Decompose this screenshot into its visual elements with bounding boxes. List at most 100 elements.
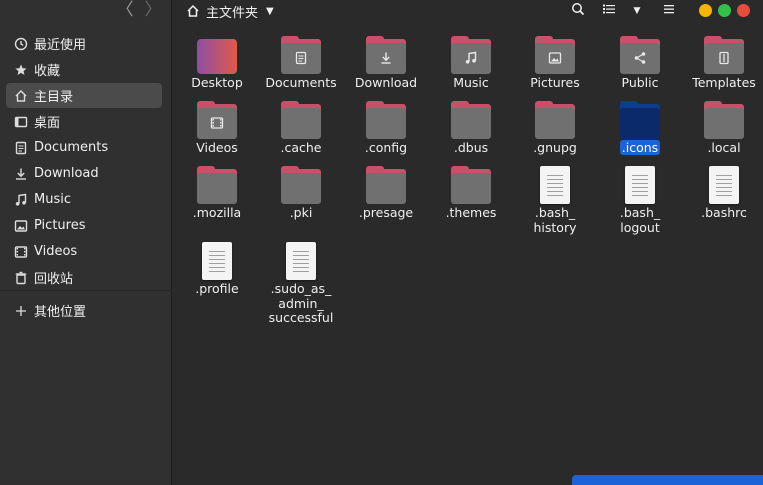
file-name: Desktop bbox=[191, 75, 243, 90]
file-name: .config bbox=[364, 140, 408, 155]
file-name: .bash_ logout bbox=[619, 205, 661, 235]
folder-item[interactable]: .themes bbox=[429, 166, 513, 246]
file-label: Videos bbox=[175, 140, 259, 156]
file-label: .profile bbox=[175, 281, 259, 297]
chevron-down-icon: ▼ bbox=[266, 5, 274, 17]
sidebar-item-label: 回收站 bbox=[34, 272, 74, 287]
file-label: .mozilla bbox=[175, 205, 259, 221]
forward-button[interactable]: 〉 bbox=[141, 0, 165, 20]
sidebar-item-video[interactable]: Videos bbox=[6, 239, 162, 264]
sidebar-item-music[interactable]: Music bbox=[6, 187, 162, 212]
folder-item[interactable]: .pki bbox=[259, 166, 343, 246]
folder-icon bbox=[535, 101, 575, 141]
file-name: .local bbox=[707, 140, 741, 155]
file-name: Pictures bbox=[530, 75, 580, 90]
file-label: .local bbox=[682, 140, 763, 156]
file-name: Documents bbox=[265, 75, 337, 90]
document-icon bbox=[14, 141, 28, 155]
sidebar-item-document[interactable]: Documents bbox=[6, 135, 162, 160]
sidebar-header: 〈 〉 bbox=[0, 0, 172, 22]
file-label: Documents bbox=[259, 75, 343, 91]
hamburger-icon bbox=[662, 2, 676, 20]
share-folder-icon bbox=[620, 36, 660, 76]
sidebar-item-label: 收藏 bbox=[34, 64, 61, 79]
sidebar-item-star[interactable]: 收藏 bbox=[6, 57, 162, 82]
file-name: Public bbox=[621, 75, 659, 90]
file-grid: Desktop Documents Download Music Pictures Pub… bbox=[172, 22, 763, 485]
document-folder-icon bbox=[281, 36, 321, 76]
file-name: .cache bbox=[280, 140, 322, 155]
sidebar-item-desktop[interactable]: 桌面 bbox=[6, 109, 162, 134]
view-list-button[interactable] bbox=[599, 1, 619, 21]
file-label: .icons bbox=[598, 140, 682, 156]
download-folder-icon bbox=[366, 36, 406, 76]
sidebar-item-trash[interactable]: 回收站 bbox=[6, 265, 162, 290]
sidebar-item-label: 桌面 bbox=[34, 116, 61, 131]
back-button[interactable]: 〈 bbox=[113, 0, 137, 20]
file-label: Templates bbox=[682, 75, 763, 91]
music-icon bbox=[14, 193, 28, 207]
file-item[interactable]: .sudo_as_ admin_ successful bbox=[259, 242, 343, 325]
folder-icon bbox=[451, 101, 491, 141]
list-view-icon bbox=[602, 2, 616, 20]
file-label: Music bbox=[429, 75, 513, 91]
template-folder-icon bbox=[704, 36, 744, 76]
file-item[interactable]: .bashrc bbox=[682, 166, 763, 246]
sidebar-item-download[interactable]: Download bbox=[6, 161, 162, 186]
file-name: Download bbox=[354, 75, 418, 90]
file-name: Videos bbox=[196, 140, 238, 155]
star-icon bbox=[14, 63, 28, 77]
sidebar-item-plus[interactable]: 其他位置 bbox=[6, 298, 162, 323]
folder-item[interactable]: .presage bbox=[344, 166, 428, 246]
file-item[interactable]: .bash_ history bbox=[513, 166, 597, 246]
file-item[interactable]: .profile bbox=[175, 242, 259, 322]
sidebar-item-clock[interactable]: 最近使用 bbox=[6, 31, 162, 56]
text-file-icon bbox=[620, 166, 660, 206]
download-icon bbox=[14, 167, 28, 181]
folder-icon bbox=[366, 101, 406, 141]
sidebar: 〈 〉 最近使用收藏主目录桌面 Documents Download Music Pic… bbox=[0, 0, 172, 485]
file-name: .bashrc bbox=[701, 205, 747, 220]
file-name: .mozilla bbox=[192, 205, 242, 220]
folder-icon bbox=[366, 166, 406, 206]
trash-icon bbox=[14, 271, 28, 285]
menu-button[interactable] bbox=[659, 1, 679, 21]
close-button[interactable] bbox=[737, 4, 750, 17]
status-bar bbox=[572, 475, 763, 485]
file-name: .bash_ history bbox=[533, 205, 577, 235]
file-label: .presage bbox=[344, 205, 428, 221]
sidebar-item-label: Documents bbox=[34, 140, 109, 155]
folder-icon bbox=[197, 166, 237, 206]
file-name: Templates bbox=[692, 75, 756, 90]
file-label: .gnupg bbox=[513, 140, 597, 156]
plus-icon bbox=[14, 304, 28, 318]
search-button[interactable] bbox=[568, 1, 588, 21]
view-options-button[interactable]: ▼ bbox=[627, 1, 647, 21]
folder-icon bbox=[620, 101, 660, 141]
sidebar-item-label: 最近使用 bbox=[34, 38, 87, 53]
file-name: Music bbox=[453, 75, 489, 90]
file-label: .bash_ logout bbox=[598, 205, 682, 235]
folder-item[interactable]: .mozilla bbox=[175, 166, 259, 246]
file-item[interactable]: .bash_ logout bbox=[598, 166, 682, 246]
folder-icon bbox=[451, 166, 491, 206]
folder-icon bbox=[281, 101, 321, 141]
sidebar-item-picture[interactable]: Pictures bbox=[6, 213, 162, 238]
file-label: .config bbox=[344, 140, 428, 156]
file-label: .bash_ history bbox=[513, 205, 597, 235]
picture-icon bbox=[14, 219, 28, 233]
clock-icon bbox=[14, 37, 28, 51]
video-folder-icon bbox=[197, 101, 237, 141]
folder-icon bbox=[704, 101, 744, 141]
file-name: .gnupg bbox=[533, 140, 577, 155]
file-label: .dbus bbox=[429, 140, 513, 156]
file-name: .themes bbox=[445, 205, 497, 220]
sidebar-separator bbox=[0, 290, 172, 291]
sidebar-item-home[interactable]: 主目录 bbox=[6, 83, 162, 108]
minimize-button[interactable] bbox=[699, 4, 712, 17]
text-file-icon bbox=[281, 242, 321, 282]
file-label: Download bbox=[344, 75, 428, 91]
maximize-button[interactable] bbox=[718, 4, 731, 17]
breadcrumb[interactable]: 主文件夹 ▼ bbox=[186, 1, 274, 21]
file-label: Pictures bbox=[513, 75, 597, 91]
